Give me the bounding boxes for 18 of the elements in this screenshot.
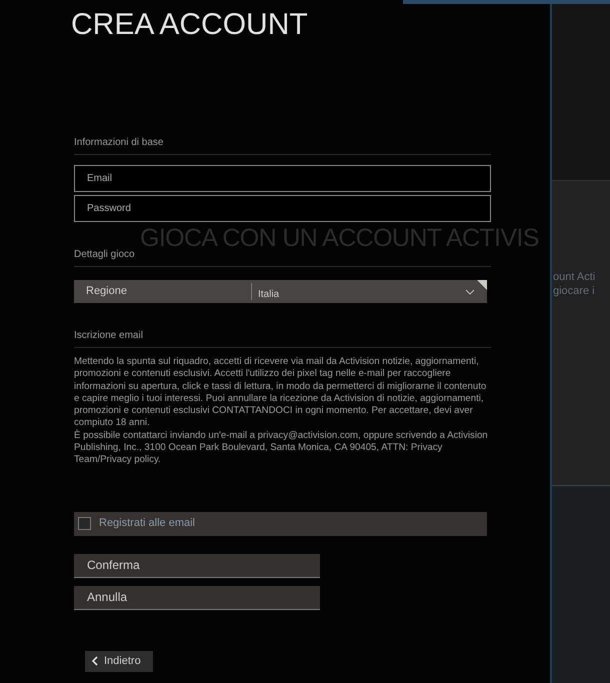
input-field[interactable]: Password bbox=[74, 195, 491, 222]
chevron-left-icon bbox=[92, 656, 98, 666]
page-title: CREA ACCOUNT bbox=[71, 7, 309, 43]
section-label: Iscrizione email bbox=[74, 329, 491, 348]
email-opt-in-checkbox[interactable]: Registrati alle email bbox=[74, 512, 487, 536]
back-button[interactable]: Indietro bbox=[85, 650, 153, 672]
corner-mark-icon bbox=[477, 280, 487, 290]
form-button[interactable]: Conferma bbox=[74, 554, 320, 578]
consent-paragraph: È possibile contattarci inviando un'e-mail a privacy@activision.com, oppure scrivendo a Activision Publishing, Inc., 3100 Ocean Park Boulevard, Santa Monica, CA 90405, ATTN: Privacy Team/Privacy policy. bbox=[74, 430, 489, 467]
form-button[interactable]: Annulla bbox=[74, 586, 320, 610]
region-dropdown[interactable]: Regione Italia bbox=[74, 280, 487, 303]
section-label: Informazioni di base bbox=[74, 136, 491, 155]
input-field[interactable]: Email bbox=[74, 165, 491, 192]
consent-paragraph: Mettendo la spunta sul riquadro, accetti di ricevere via mail da Activision notizie, aggiornamenti, promozioni e contenuti esclusivi. Accetti l'utilizzo dei pixel tag nelle e-mail per raccogliere informazioni su apertura, click e tassi di lettura, in modo da permetterci di migliorarne il contenuto e capire meglio i tuoi interessi. Puoi annullare la ricezione da Activision di notizie, aggiornamenti, promozioni e contenuti esclusivi CONTATTANDOCI in ogni momento. Per accettare, devi aver compiuto 18 anni. bbox=[74, 356, 488, 430]
chevron-down-icon bbox=[465, 288, 475, 294]
background-text: ount Acti bbox=[553, 270, 596, 284]
section-label: Dettagli gioco bbox=[74, 248, 491, 267]
background-text: giocare i bbox=[553, 284, 596, 298]
